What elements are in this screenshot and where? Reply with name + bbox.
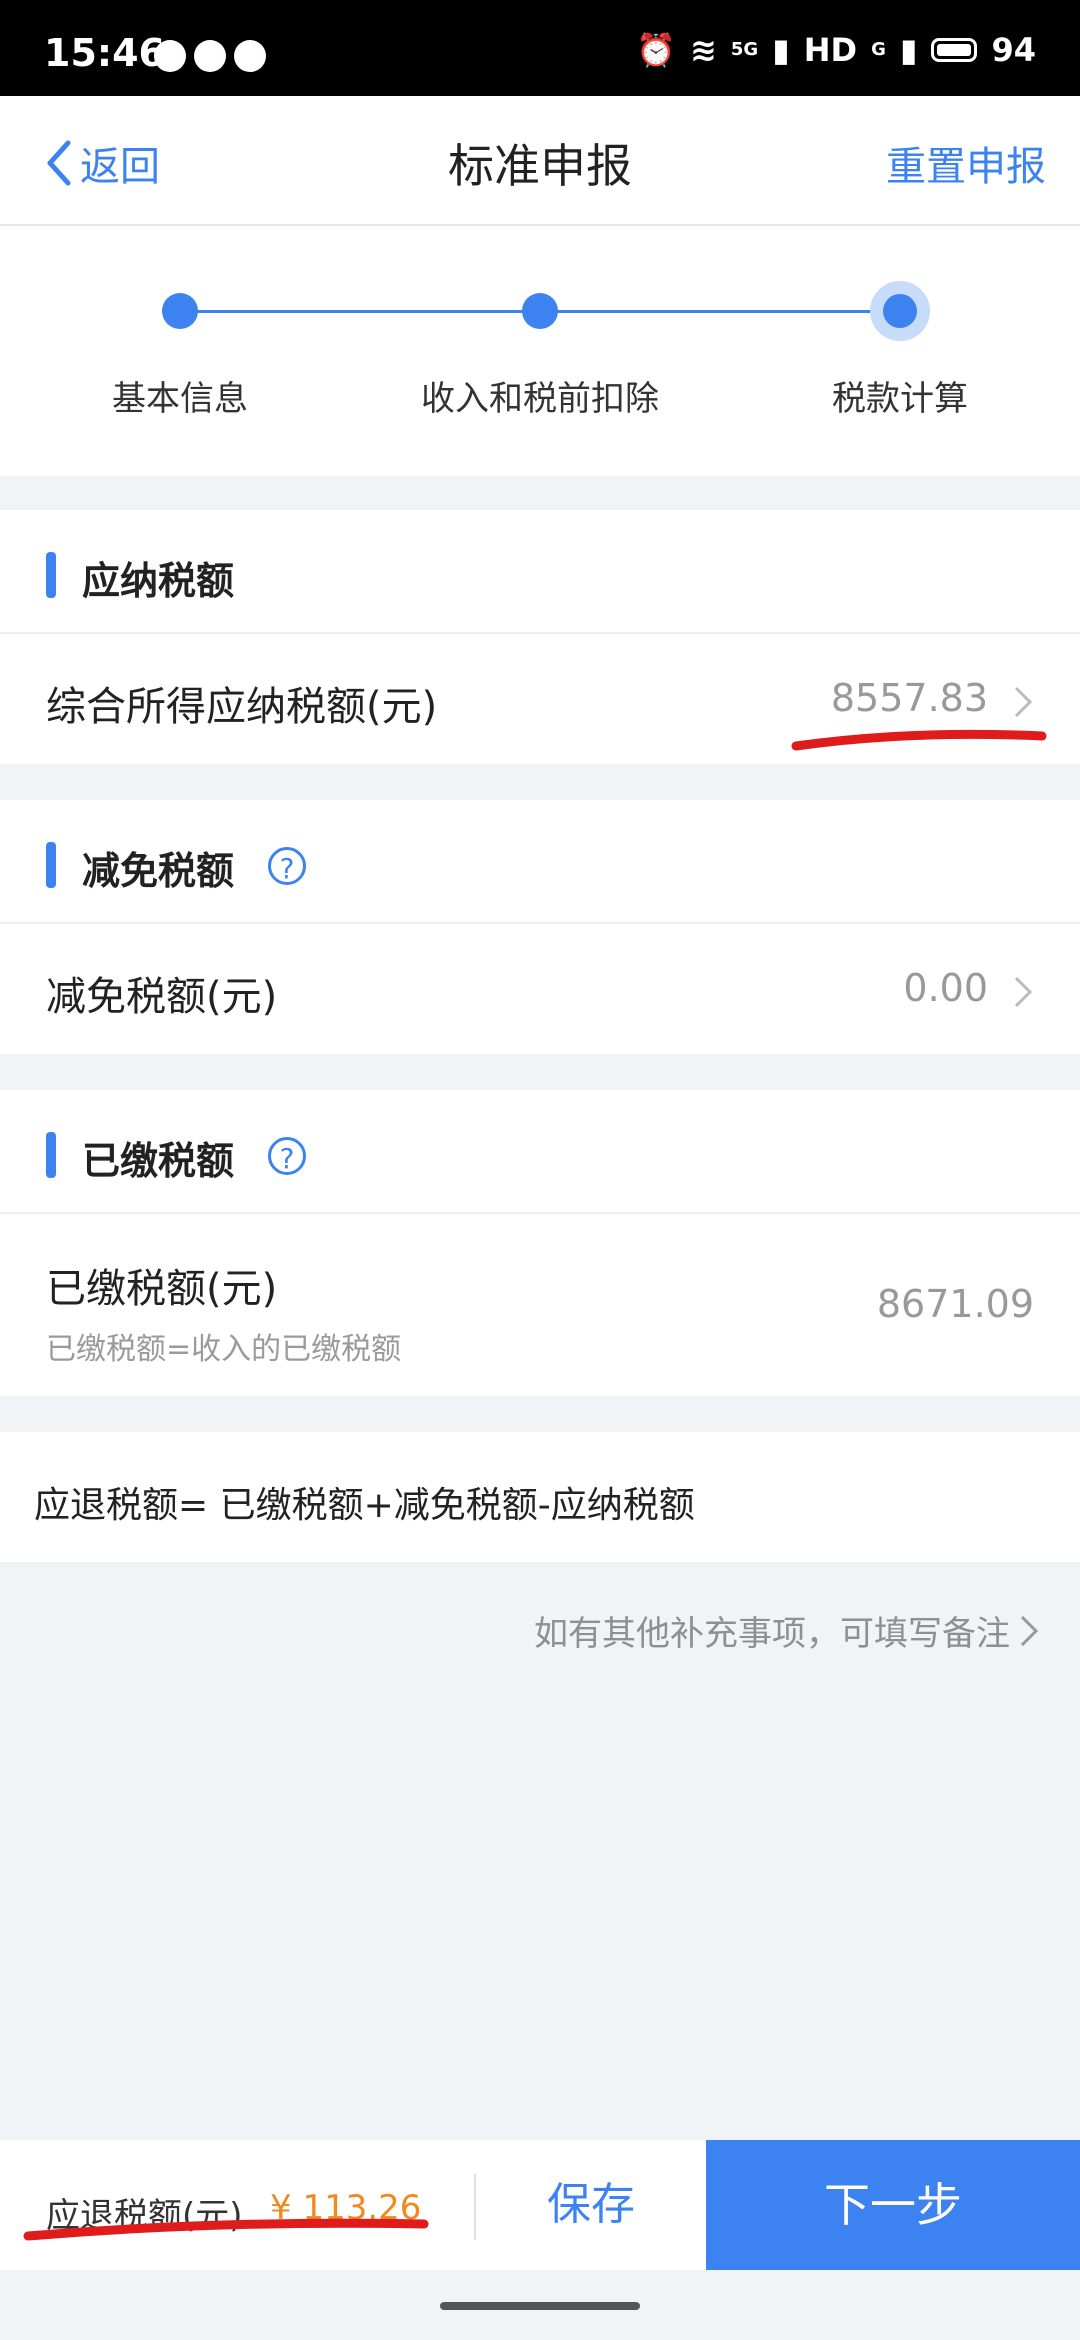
progress-steps: 基本信息 收入和税前扣除 税款计算 xyxy=(0,226,1080,476)
section-accent-bar xyxy=(46,842,56,888)
network-g: G xyxy=(871,39,886,60)
network-5g: 5G xyxy=(730,39,759,60)
save-button[interactable]: 保存 xyxy=(478,2140,704,2270)
signal-icon-2: ▮ xyxy=(899,31,918,69)
step-label-tax-calc: 税款计算 xyxy=(832,379,968,419)
section-header: 减免税额 ? xyxy=(0,800,1080,924)
formula-text: 应退税额= 已缴税额+减免税额-应纳税额 xyxy=(34,1485,695,1526)
remark-link[interactable]: 如有其他补充事项，可填写备注 xyxy=(534,1606,1040,1655)
next-step-button[interactable]: 下一步 xyxy=(706,2140,1080,2270)
wifi-icon: ≋ xyxy=(690,31,717,69)
hd-indicator: HD xyxy=(803,31,858,69)
section-header: 应纳税额 xyxy=(0,510,1080,634)
battery-icon xyxy=(931,38,978,62)
reset-button[interactable]: 重置申报 xyxy=(886,134,1046,192)
row-sublabel: 已缴税额=收入的已缴税额 xyxy=(46,1332,402,1367)
status-right: ⏰ ≋ 5G ▮ HD G ▮ 94 xyxy=(636,34,1036,66)
payable-tax-value: 8557.83 xyxy=(830,676,988,720)
battery-level: 94 xyxy=(991,31,1036,69)
bottom-action-bar: 应退税额(元) ¥ 113.26 保存 下一步 xyxy=(0,2140,1080,2270)
notification-icons xyxy=(154,40,266,72)
alarm-icon: ⏰ xyxy=(636,31,676,69)
message-icon xyxy=(154,40,186,72)
section-title: 已缴税额 xyxy=(82,1139,235,1183)
row-label: 减免税额(元) xyxy=(46,974,278,1020)
section-payable-tax: 应纳税额 综合所得应纳税额(元) 8557.83 xyxy=(0,510,1080,764)
nav-bar: 返回 标准申报 重置申报 xyxy=(0,96,1080,226)
chevron-right-icon xyxy=(1020,1615,1039,1646)
section-tax-reduction: 减免税额 ? 减免税额(元) 0.00 xyxy=(0,800,1080,1054)
section-accent-bar xyxy=(46,1132,56,1178)
wechat-icon xyxy=(234,40,266,72)
section-accent-bar xyxy=(46,552,56,598)
step-dot-1 xyxy=(162,293,198,329)
home-indicator[interactable] xyxy=(440,2302,640,2310)
row-label: 已缴税额(元) xyxy=(46,1266,278,1312)
signal-icon: ▮ xyxy=(772,31,790,69)
row-label: 综合所得应纳税额(元) xyxy=(46,684,438,730)
step-label-income-deduction: 收入和税前扣除 xyxy=(421,379,659,419)
section-title: 减免税额 xyxy=(82,849,235,893)
help-icon[interactable]: ? xyxy=(268,847,306,885)
status-bar: 15:46 ⏰ ≋ 5G ▮ HD G ▮ 94 xyxy=(0,0,1080,96)
section-title: 应纳税额 xyxy=(82,559,235,603)
status-time: 15:46 xyxy=(44,31,165,75)
reduction-tax-row[interactable]: 减免税额(元) 0.00 xyxy=(0,924,1080,1054)
paid-tax-row: 已缴税额(元) 已缴税额=收入的已缴税额 8671.09 xyxy=(0,1214,1080,1396)
section-header: 已缴税额 ? xyxy=(0,1090,1080,1214)
paid-tax-value: 8671.09 xyxy=(876,1282,1034,1326)
chat-icon xyxy=(194,40,226,72)
divider xyxy=(474,2174,476,2240)
section-paid-tax: 已缴税额 ? 已缴税额(元) 已缴税额=收入的已缴税额 8671.09 xyxy=(0,1090,1080,1396)
step-label-basic-info: 基本信息 xyxy=(112,379,248,419)
help-icon[interactable]: ? xyxy=(268,1137,306,1175)
chevron-right-icon xyxy=(1014,976,1033,1008)
step-dot-2 xyxy=(522,293,558,329)
reduction-tax-value: 0.00 xyxy=(903,966,988,1010)
refund-label: 应退税额(元) xyxy=(46,2196,243,2236)
refund-formula: 应退税额= 已缴税额+减免税额-应纳税额 xyxy=(0,1432,1080,1562)
refund-amount: ¥ 113.26 xyxy=(270,2188,422,2228)
payable-tax-row[interactable]: 综合所得应纳税额(元) 8557.83 xyxy=(0,634,1080,764)
chevron-right-icon xyxy=(1014,686,1033,718)
remark-link-text: 如有其他补充事项，可填写备注 xyxy=(534,1614,1010,1654)
step-dot-3-active xyxy=(870,281,930,341)
